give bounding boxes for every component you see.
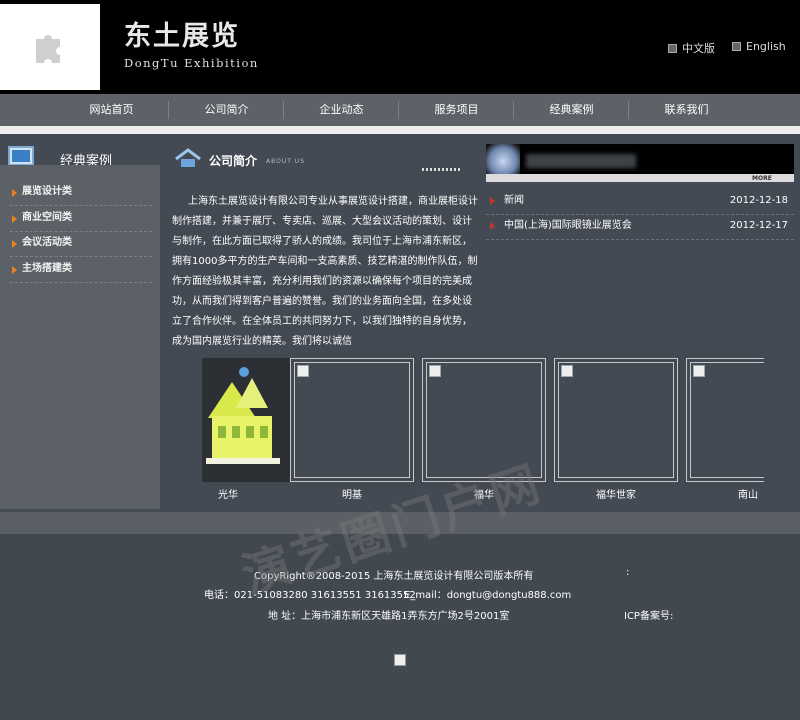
brand-name-cn: 东土展览: [124, 21, 240, 52]
lang-en-label: English: [746, 40, 786, 53]
brand-name-en: DongTu Exhibition: [124, 56, 259, 70]
gallery-thumb[interactable]: [686, 358, 764, 482]
home-icon: [668, 43, 677, 53]
nav-services[interactable]: 服务项目: [399, 94, 514, 126]
gallery-thumb[interactable]: [422, 358, 546, 482]
gallery-label[interactable]: 福华世家: [554, 486, 678, 500]
puzzle-icon: [36, 35, 60, 63]
footer-copyright: CopyRight®2008-2015 上海东土展览设计有限公司版本所有: [254, 571, 534, 582]
logo-placeholder[interactable]: [0, 4, 100, 90]
nav-about[interactable]: 公司简介: [169, 94, 284, 126]
footer-icp[interactable]: ICP备案号:: [624, 607, 673, 622]
more-link[interactable]: MORE: [752, 175, 772, 182]
broken-image-icon: [561, 365, 573, 377]
sidebar-item-exhibition[interactable]: 展览设计类: [10, 181, 152, 206]
gallery-label[interactable]: 明基: [290, 486, 414, 500]
sidebar-item-conference[interactable]: 会议活动类: [10, 232, 152, 257]
nav-news[interactable]: 企业动态: [284, 94, 399, 126]
news-date: 2012-12-17: [729, 220, 788, 231]
lang-cn-link[interactable]: 中文版: [668, 40, 715, 56]
news-item[interactable]: 新闻 2012-12-18: [486, 190, 794, 215]
broken-image-icon: [297, 365, 309, 377]
about-title: 公司简介: [209, 154, 258, 168]
about-dots: [422, 168, 462, 171]
nav-cases[interactable]: 经典案例: [514, 94, 629, 126]
footer-phone: 电话：021-51083280 31613551 31613552: [204, 590, 416, 601]
lang-cn-label: 中文版: [682, 42, 715, 55]
about-text: 上海东土展览设计有限公司专业从事展览设计搭建，商业展柜设计制作搭建，并兼于展厅、…: [172, 196, 478, 347]
nav-divider: [0, 126, 800, 134]
header: 东土展览 DongTu Exhibition 中文版 English: [0, 0, 800, 94]
case-gallery: 光华 明基 福华 福华世家 南山: [202, 358, 764, 500]
news-date: 2012-12-18: [729, 195, 788, 206]
news-item[interactable]: 中国(上海)国际眼镜业展览会 2012-12-17: [486, 215, 794, 240]
broken-image-icon: [693, 365, 705, 377]
news-title[interactable]: 新闻: [504, 190, 524, 212]
gallery-thumb[interactable]: [290, 358, 414, 482]
news-header-title: [526, 154, 636, 168]
nav-contact[interactable]: 联系我们: [629, 94, 744, 126]
gallery-thumb[interactable]: [202, 358, 290, 482]
broken-image-icon: [394, 654, 406, 666]
footer: [0, 534, 800, 720]
footer-colon: :: [626, 567, 630, 578]
gallery-label[interactable]: 南山: [686, 486, 764, 500]
lang-en-link[interactable]: English: [732, 40, 786, 53]
house-icon: [175, 148, 201, 167]
sidebar-panel: 展览设计类 商业空间类 会议活动类 主场搭建类: [0, 165, 160, 509]
about-subtitle: ABOUT US: [266, 158, 306, 165]
booth-image: [202, 358, 290, 482]
footer-address: 地 址：上海市浦东新区天雄路1弄东方广场2号2001室: [268, 611, 510, 622]
broken-image-icon: [429, 365, 441, 377]
footer-band: [0, 512, 800, 534]
flag-icon: [732, 42, 741, 51]
gallery-thumb[interactable]: [554, 358, 678, 482]
gallery-label[interactable]: 福华: [422, 486, 546, 500]
main-nav: 网站首页 公司简介 企业动态 服务项目 经典案例 联系我们: [0, 94, 800, 126]
sidebar-item-venue[interactable]: 主场搭建类: [10, 258, 152, 283]
sidebar-item-commercial[interactable]: 商业空间类: [10, 207, 152, 232]
gallery-label[interactable]: 光华: [202, 486, 290, 500]
nav-home[interactable]: 网站首页: [54, 94, 169, 126]
footer-email[interactable]: E_mail：dongtu@dongtu888.com: [404, 586, 571, 601]
news-bar: [486, 174, 794, 182]
news-title[interactable]: 中国(上海)国际眼镜业展览会: [504, 215, 632, 237]
